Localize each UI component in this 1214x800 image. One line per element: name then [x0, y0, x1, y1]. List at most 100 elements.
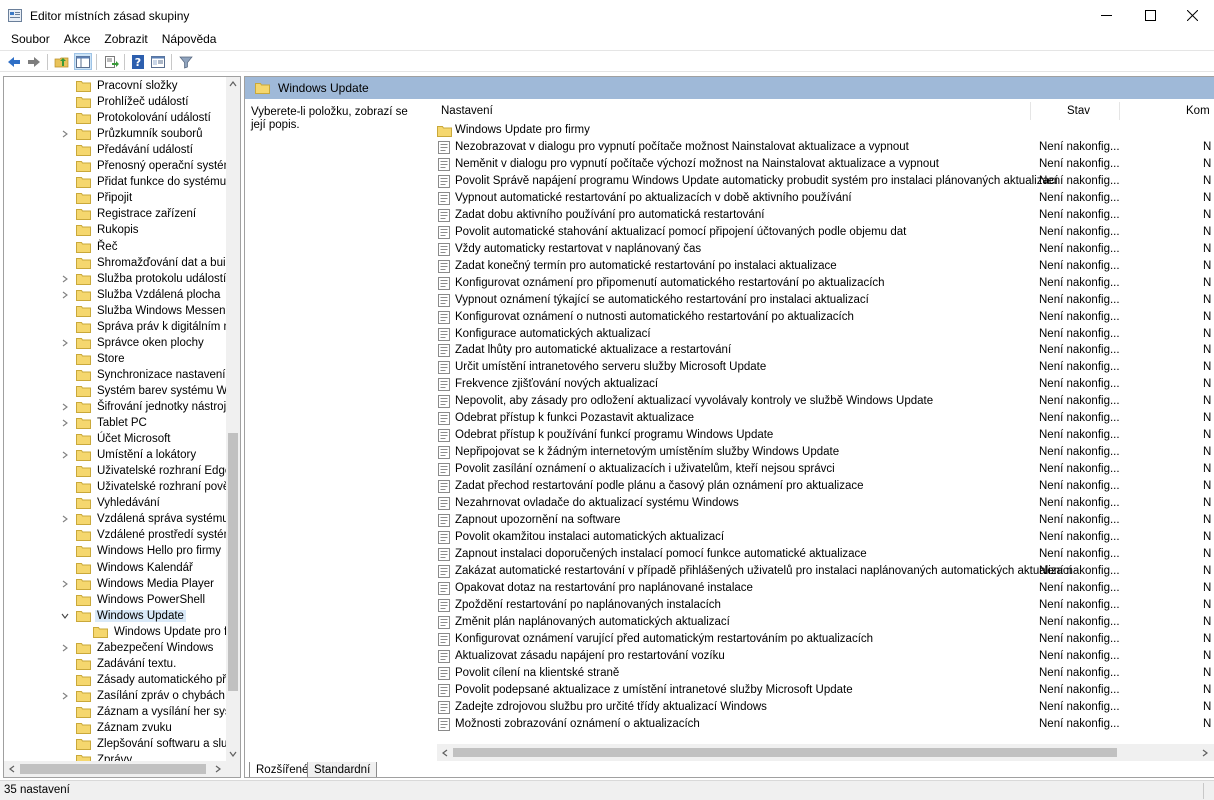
menu-file[interactable]: Soubor — [4, 31, 57, 49]
tree-item[interactable]: Zlepšování softwaru a služeb — [60, 736, 226, 752]
policy-row[interactable]: Neměnit v dialogu pro vypnutí počítače v… — [438, 156, 1214, 173]
properties-button[interactable] — [149, 53, 167, 70]
policy-row[interactable]: Povolit Správě napájení programu Windows… — [438, 173, 1214, 190]
tree-item[interactable]: Zasílání zpráv o chybách sys — [60, 688, 226, 704]
up-one-level-button[interactable] — [53, 53, 71, 70]
policy-row[interactable]: Konfigurovat oznámení varující před auto… — [438, 631, 1214, 648]
tree-item[interactable]: Windows Hello pro firmy — [60, 543, 223, 559]
help-button[interactable]: ? — [129, 53, 147, 70]
policy-row[interactable]: Zpoždění restartování po naplánovaných i… — [438, 597, 1214, 614]
tree-item[interactable]: Protokolování událostí — [60, 110, 213, 126]
policy-row[interactable]: Povolit zasílání oznámení o aktualizacíc… — [438, 461, 1214, 478]
tree-horizontal-scrollbar[interactable] — [4, 761, 226, 777]
expander[interactable] — [60, 608, 70, 624]
expander[interactable] — [60, 640, 70, 656]
tab-standard[interactable]: Standardní — [307, 762, 378, 777]
policy-row[interactable]: Zapnout instalaci doporučených instalací… — [438, 546, 1214, 563]
tree-item[interactable]: Přidat funkce do systému W — [60, 174, 226, 190]
tree-item[interactable]: Vyhledávání — [60, 495, 162, 511]
policy-row[interactable]: Vždy automaticky restartovat v naplánova… — [438, 241, 1214, 258]
expander[interactable] — [60, 335, 70, 351]
expander[interactable] — [60, 399, 70, 415]
tree-vertical-scroll-thumb[interactable] — [228, 433, 238, 691]
policy-row[interactable]: Zadat lhůty pro automatické aktualizace … — [438, 342, 1214, 359]
policy-row[interactable]: Možnosti zobrazování oznámení o aktualiz… — [438, 716, 1214, 733]
expander[interactable] — [60, 688, 70, 704]
tree-item[interactable]: Řeč — [60, 239, 119, 255]
column-header-state[interactable]: Stav — [1067, 100, 1090, 122]
policy-row[interactable]: Zadejte zdrojovou službu pro určité tříd… — [438, 699, 1214, 716]
tree-item[interactable]: Zprávy — [60, 752, 134, 761]
column-divider[interactable] — [1119, 102, 1120, 120]
policy-row[interactable]: Nepřipojovat se k žádným internetovým um… — [438, 444, 1214, 461]
policy-row[interactable]: Zadat konečný termín pro automatické res… — [438, 258, 1214, 275]
policy-row[interactable]: Určit umístění intranetového serveru slu… — [438, 359, 1214, 376]
policy-row[interactable]: Povolit podepsané aktualizace z umístění… — [438, 682, 1214, 699]
details-horizontal-scrollbar[interactable] — [437, 744, 1214, 761]
tree-item[interactable]: Připojit — [60, 190, 134, 206]
expander[interactable] — [60, 447, 70, 463]
tree-item[interactable]: Windows Update — [60, 608, 186, 624]
tree-item[interactable]: Záznam zvuku — [60, 720, 174, 736]
export-list-button[interactable] — [102, 53, 120, 70]
tree-item[interactable]: Správce oken plochy — [60, 335, 206, 351]
tree-item[interactable]: Vzdálená správa systému Wi — [60, 511, 226, 527]
policy-row[interactable]: Konfigurovat oznámení o nutnosti automat… — [438, 309, 1214, 326]
tree-item[interactable]: Rukopis — [60, 222, 141, 238]
tree-item[interactable]: Umístění a lokátory — [60, 447, 198, 463]
scroll-left-button[interactable] — [4, 761, 20, 777]
policy-row[interactable]: Nezobrazovat v dialogu pro vypnutí počít… — [438, 139, 1214, 156]
tree-item[interactable]: Služba protokolu událostí — [60, 271, 226, 287]
folder-row[interactable]: Windows Update pro firmy — [437, 122, 1214, 139]
policy-row[interactable]: Vypnout oznámení týkající se automatické… — [438, 292, 1214, 309]
menu-help[interactable]: Nápověda — [155, 31, 224, 49]
policy-row[interactable]: Nezahrnovat ovladače do aktualizací syst… — [438, 495, 1214, 512]
policy-row[interactable]: Konfigurovat oznámení pro připomenutí au… — [438, 275, 1214, 292]
policy-row[interactable]: Zadat přechod restartování podle plánu a… — [438, 478, 1214, 495]
tree-item[interactable]: Služba Vzdálená plocha — [60, 287, 222, 303]
policy-row[interactable]: Konfigurace automatických aktualizací Nen… — [438, 326, 1214, 343]
expander[interactable] — [60, 287, 70, 303]
expander[interactable] — [60, 511, 70, 527]
minimize-button[interactable] — [1084, 0, 1128, 31]
scroll-left-button[interactable] — [437, 744, 453, 761]
tree-item[interactable]: Windows Media Player — [60, 576, 216, 592]
tree-item[interactable]: Zabezpečení Windows — [60, 640, 215, 656]
tree-item[interactable]: Správa práv k digitálním mé — [60, 319, 226, 335]
tree-item[interactable]: Účet Microsoft — [60, 431, 173, 447]
scroll-right-button[interactable] — [1197, 744, 1213, 761]
tree-item[interactable]: Windows Update pro firr — [77, 624, 226, 640]
tree-item[interactable]: Uživatelské rozhraní Edge — [60, 463, 226, 479]
tab-extended[interactable]: Rozšířené — [249, 762, 316, 777]
policy-row[interactable]: Nepovolit, aby zásady pro odložení aktua… — [438, 393, 1214, 410]
expander[interactable] — [60, 271, 70, 287]
back-button[interactable] — [5, 53, 23, 70]
column-header-comment[interactable]: Kom — [1186, 100, 1210, 122]
tree-item[interactable]: Prohlížeč událostí — [60, 94, 190, 110]
tree-item[interactable]: Registrace zařízení — [60, 206, 198, 222]
policy-row[interactable]: Vypnout automatické restartování po aktu… — [438, 190, 1214, 207]
policy-row[interactable]: Frekvence zjišťování nových aktualizací N… — [438, 376, 1214, 393]
policy-row[interactable]: Změnit plán naplánovaných automatických … — [438, 614, 1214, 631]
column-divider[interactable] — [1030, 102, 1031, 120]
show-hide-tree-button[interactable] — [74, 53, 92, 70]
forward-button[interactable] — [25, 53, 43, 70]
tree-item[interactable]: Uživatelské rozhraní pověřer — [60, 479, 226, 495]
tree-item[interactable]: Služba Windows Messenger — [60, 303, 226, 319]
policy-row[interactable]: Zakázat automatické restartování v přípa… — [438, 563, 1214, 580]
scroll-right-button[interactable] — [210, 761, 226, 777]
menu-action[interactable]: Akce — [57, 31, 98, 49]
details-horizontal-scroll-thumb[interactable] — [453, 748, 1117, 757]
policy-row[interactable]: Povolit okamžitou instalaci automatickýc… — [438, 529, 1214, 546]
expander[interactable] — [60, 415, 70, 431]
tree-item[interactable]: Systém barev systému Wind — [60, 383, 226, 399]
policy-row[interactable]: Zadat dobu aktivního používání pro autom… — [438, 207, 1214, 224]
scroll-up-button[interactable] — [226, 77, 240, 91]
policy-row[interactable]: Odebrat přístup k funkci Pozastavit aktu… — [438, 410, 1214, 427]
tree-item[interactable]: Záznam a vysílání her systér — [60, 704, 226, 720]
tree-vertical-scrollbar[interactable] — [226, 77, 240, 761]
tree-item[interactable]: Předávání událostí — [60, 142, 195, 158]
tree-item[interactable]: Windows PowerShell — [60, 592, 207, 608]
close-button[interactable] — [1170, 0, 1214, 31]
tree-item[interactable]: Šifrování jednotky nástrojem — [60, 399, 226, 415]
